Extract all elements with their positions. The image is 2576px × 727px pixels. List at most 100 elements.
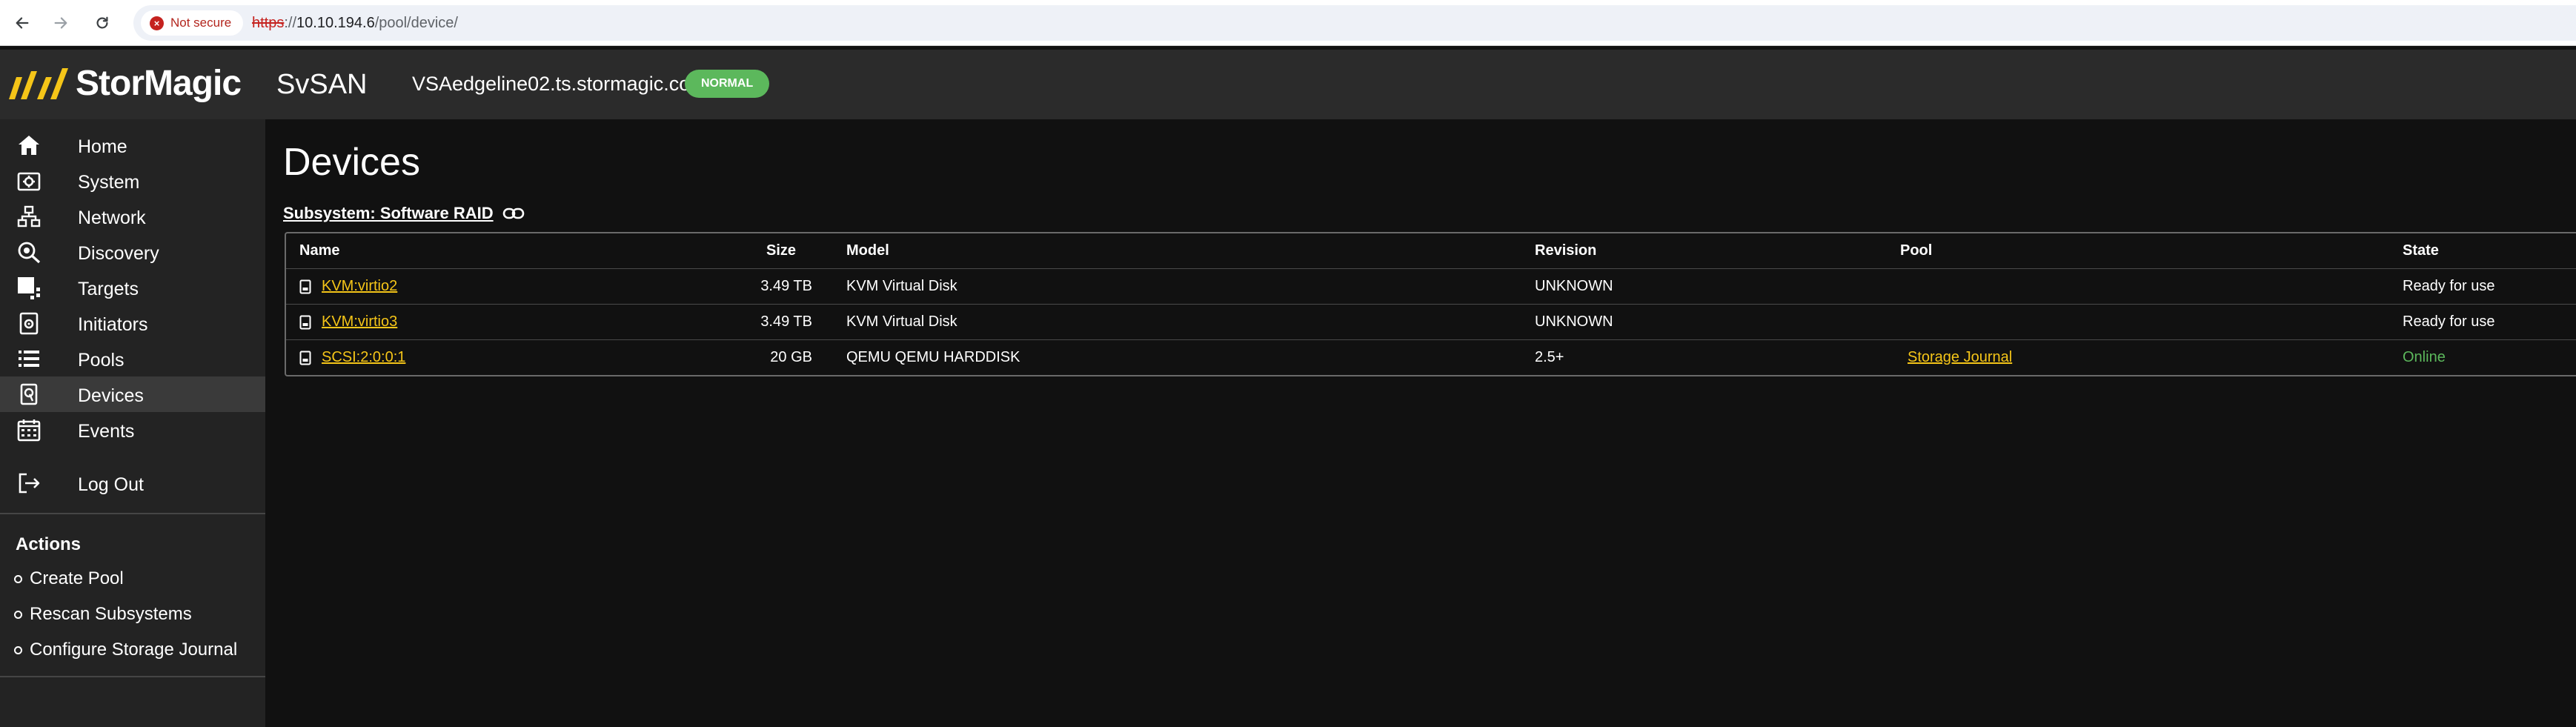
security-chip[interactable]: × Not secure bbox=[141, 10, 244, 36]
logout-icon bbox=[15, 471, 43, 495]
sidebar-item-logout[interactable]: Log Out bbox=[0, 465, 265, 501]
sidebar-item-home[interactable]: Home bbox=[0, 127, 265, 163]
device-revision: UNKNOWN bbox=[1535, 313, 1613, 330]
url-text[interactable]: https://10.10.194.6/pool/device/ bbox=[252, 15, 458, 32]
device-pool-cell: Storage Journal bbox=[1900, 340, 2012, 375]
table-header: Name Size Model Revision Pool State bbox=[286, 233, 2576, 268]
app-header: StorMagic SvSAN VSAedgeline02.ts.stormag… bbox=[0, 50, 2576, 119]
product-name: SvSAN bbox=[276, 69, 368, 100]
link-icon bbox=[502, 208, 524, 219]
sidebar-item-label: Devices bbox=[78, 385, 144, 406]
reload-icon bbox=[96, 16, 108, 29]
logout-label: Log Out bbox=[78, 474, 144, 495]
disk-icon bbox=[299, 315, 311, 329]
url-path: /pool/device/ bbox=[374, 15, 458, 31]
address-bar[interactable]: × Not secure https://10.10.194.6/pool/de… bbox=[133, 5, 2576, 41]
table-row: KVM:virtio3 3.49 TB KVM Virtual Disk UNK… bbox=[286, 304, 2576, 339]
actions-title: Actions bbox=[16, 534, 82, 554]
sidebar-item-discovery[interactable]: Discovery bbox=[0, 234, 265, 270]
bullet-icon bbox=[14, 610, 22, 619]
column-header-name[interactable]: Name bbox=[299, 233, 339, 268]
url-host: 10.10.194.6 bbox=[296, 15, 375, 31]
column-header-size[interactable]: Size bbox=[766, 233, 796, 268]
action-create-pool[interactable]: Create Pool bbox=[14, 567, 124, 591]
sidebar-item-devices[interactable]: Devices bbox=[0, 376, 265, 412]
table-row: SCSI:2:0:0:1 20 GB QEMU QEMU HARDDISK 2.… bbox=[286, 339, 2576, 375]
pools-icon bbox=[15, 347, 43, 371]
device-revision: UNKNOWN bbox=[1535, 278, 1613, 294]
back-button[interactable] bbox=[9, 10, 36, 36]
pool-link[interactable]: Storage Journal bbox=[1908, 349, 2012, 366]
sidebar-divider bbox=[0, 513, 265, 514]
arrow-right-icon bbox=[54, 17, 67, 29]
device-name-cell: SCSI:2:0:0:1 bbox=[299, 340, 405, 375]
device-state: Ready for use bbox=[2403, 278, 2495, 294]
sidebar-item-label: Pools bbox=[78, 350, 125, 371]
hostname: VSAedgeline02.ts.stormagic.com bbox=[412, 73, 707, 95]
not-secure-icon: × bbox=[150, 16, 164, 30]
action-label: Create Pool bbox=[30, 568, 124, 588]
column-header-state[interactable]: State bbox=[2403, 233, 2439, 268]
device-state: Online bbox=[2403, 349, 2446, 365]
sidebar-item-label: Targets bbox=[78, 279, 139, 299]
sidebar-item-initiators[interactable]: Initiators bbox=[0, 305, 265, 341]
device-revision: 2.5+ bbox=[1535, 349, 1564, 365]
subsystem-label: Subsystem: Software RAID bbox=[283, 204, 494, 222]
url-scheme: https bbox=[252, 15, 285, 31]
table-row: KVM:virtio2 3.49 TB KVM Virtual Disk UNK… bbox=[286, 268, 2576, 304]
sidebar-item-system[interactable]: System bbox=[0, 163, 265, 199]
sidebar-item-label: System bbox=[78, 172, 140, 193]
device-model: KVM Virtual Disk bbox=[846, 313, 957, 330]
device-state: Ready for use bbox=[2403, 313, 2495, 330]
sidebar-item-label: Network bbox=[78, 208, 146, 228]
devices-icon bbox=[15, 382, 43, 406]
device-size: 20 GB bbox=[770, 349, 812, 365]
status-badge: NORMAL bbox=[685, 70, 770, 98]
sidebar-item-pools[interactable]: Pools bbox=[0, 341, 265, 376]
subsystem-heading[interactable]: Subsystem: Software RAID bbox=[283, 204, 525, 223]
column-header-revision[interactable]: Revision bbox=[1535, 233, 1596, 268]
sidebar-nav: Home System Network Discovery Targets In… bbox=[0, 127, 265, 501]
sidebar-divider bbox=[0, 676, 265, 677]
reload-button[interactable] bbox=[89, 10, 116, 36]
discovery-icon bbox=[15, 240, 43, 264]
action-configure-storage-journal[interactable]: Configure Storage Journal bbox=[14, 638, 237, 662]
device-size: 3.49 TB bbox=[760, 313, 812, 330]
device-link[interactable]: SCSI:2:0:0:1 bbox=[322, 349, 405, 366]
bullet-icon bbox=[14, 574, 22, 583]
main-content: Devices Subsystem: Software RAID Name Si… bbox=[265, 119, 2576, 727]
network-icon bbox=[15, 205, 43, 228]
page-title: Devices bbox=[283, 141, 420, 184]
sidebar-item-network[interactable]: Network bbox=[0, 199, 265, 234]
device-size: 3.49 TB bbox=[760, 278, 812, 294]
targets-icon bbox=[15, 276, 43, 299]
device-model: KVM Virtual Disk bbox=[846, 278, 957, 294]
browser-toolbar: × Not secure https://10.10.194.6/pool/de… bbox=[0, 0, 2576, 46]
column-header-model[interactable]: Model bbox=[846, 233, 889, 268]
sidebar: Home System Network Discovery Targets In… bbox=[0, 119, 265, 727]
system-icon bbox=[15, 169, 43, 193]
events-icon bbox=[15, 418, 43, 442]
sidebar-item-targets[interactable]: Targets bbox=[0, 270, 265, 305]
stormagic-logo[interactable]: StorMagic bbox=[9, 63, 242, 104]
action-label: Configure Storage Journal bbox=[30, 640, 238, 660]
column-header-pool[interactable]: Pool bbox=[1900, 233, 1932, 268]
arrow-left-icon bbox=[16, 17, 29, 29]
sidebar-item-events[interactable]: Events bbox=[0, 412, 265, 448]
sidebar-item-label: Events bbox=[78, 421, 135, 442]
device-name-cell: KVM:virtio2 bbox=[299, 269, 397, 304]
action-rescan-subsystems[interactable]: Rescan Subsystems bbox=[14, 602, 192, 626]
forward-button[interactable] bbox=[47, 10, 74, 36]
disk-icon bbox=[299, 351, 311, 365]
initiators-icon bbox=[15, 311, 43, 335]
action-label: Rescan Subsystems bbox=[30, 604, 192, 624]
home-icon bbox=[15, 133, 43, 157]
device-link[interactable]: KVM:virtio3 bbox=[322, 313, 397, 331]
sidebar-item-label: Home bbox=[78, 136, 127, 157]
devices-table: Name Size Model Revision Pool State KVM:… bbox=[285, 232, 2576, 376]
logo-text: StorMagic bbox=[76, 64, 242, 103]
sidebar-item-label: Initiators bbox=[78, 314, 148, 335]
sidebar-item-label: Discovery bbox=[78, 243, 159, 264]
device-link[interactable]: KVM:virtio2 bbox=[322, 278, 397, 295]
bullet-icon bbox=[14, 645, 22, 654]
